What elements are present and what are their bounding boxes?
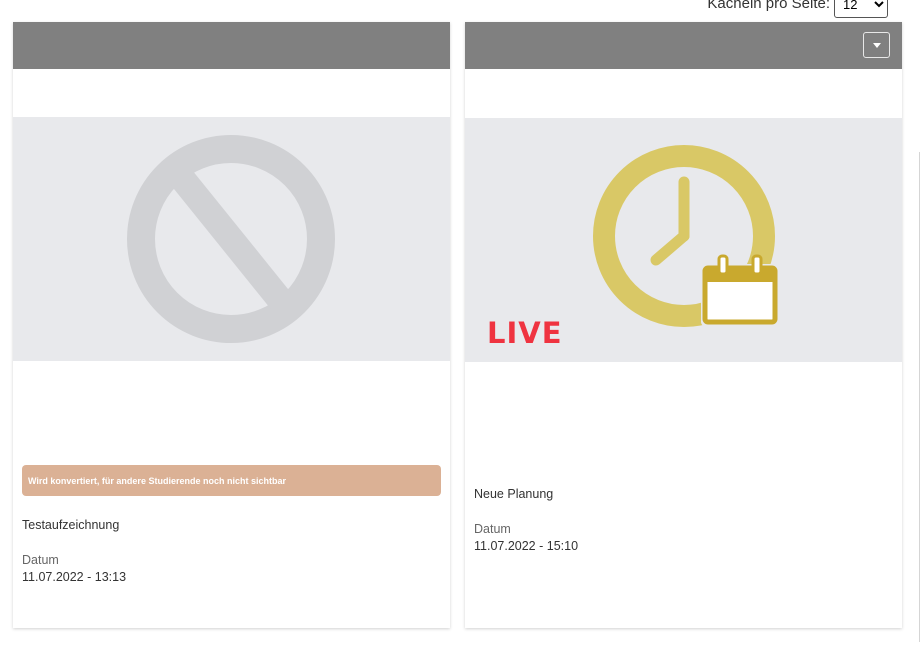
unavailable-icon [127,135,335,343]
card-thumbnail[interactable]: LIVE [465,118,902,362]
recording-card-neue-planung[interactable]: LIVE Neue Planung Datum 11.07.2022 - 15:… [465,22,902,628]
card-options-dropdown-button[interactable] [863,32,890,58]
tiles-per-page-select[interactable]: 12 [834,0,888,18]
conversion-status-banner: Wird konvertiert, für andere Studierende… [22,465,441,496]
date-label: Datum [22,553,59,567]
tiles-per-page-label: Kacheln pro Seite: [707,0,830,12]
card-header [13,22,450,69]
date-value: 11.07.2022 - 15:10 [474,539,579,553]
card-title[interactable]: Neue Planung [474,487,553,501]
recording-card-testaufzeichnung[interactable]: Wird konvertiert, für andere Studierende… [13,22,450,628]
live-badge: LIVE [487,316,563,350]
card-thumbnail[interactable] [13,117,450,361]
date-value: 11.07.2022 - 13:13 [22,570,127,584]
card-header [465,22,902,69]
date-label: Datum [474,522,511,536]
caret-down-icon [872,42,881,48]
card-title[interactable]: Testaufzeichnung [22,518,119,532]
tiles-per-page-control: Kacheln pro Seite: 12 [707,0,888,20]
